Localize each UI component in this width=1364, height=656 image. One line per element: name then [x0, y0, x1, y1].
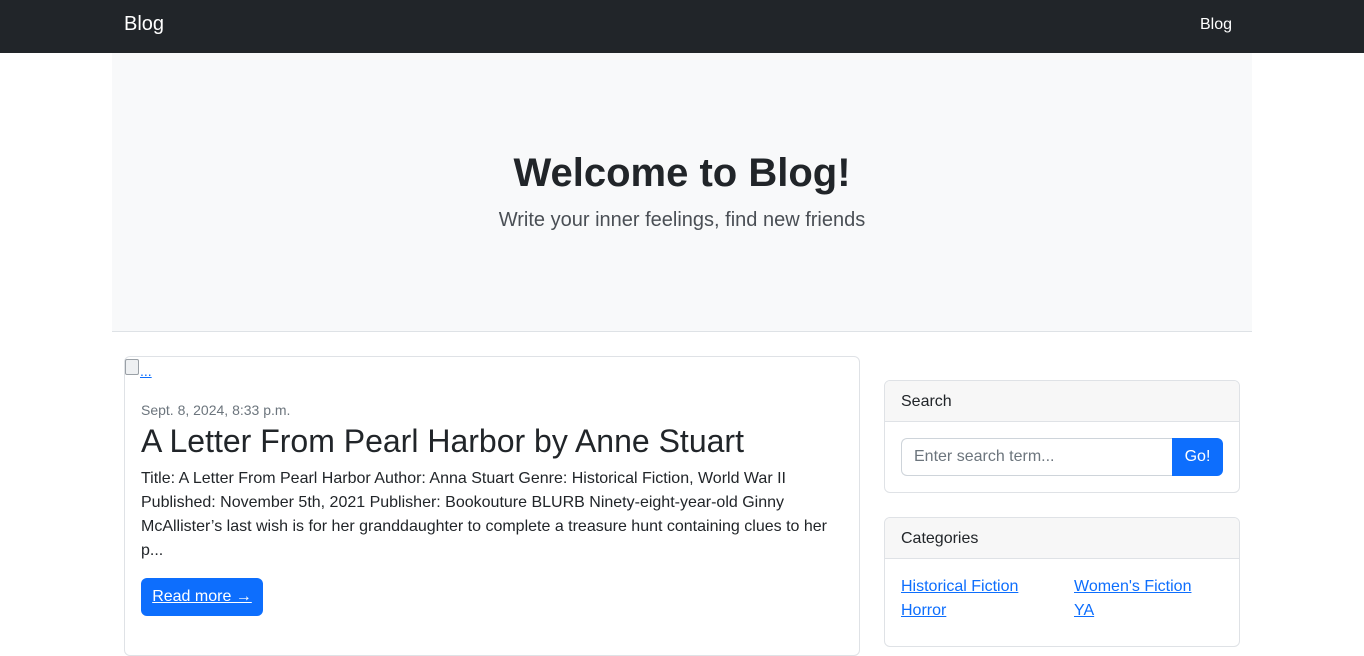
navbar-brand[interactable]: Blog: [124, 13, 164, 36]
hero-section: Welcome to Blog! Write your inner feelin…: [112, 53, 1252, 332]
nav-link-blog[interactable]: Blog: [1200, 16, 1232, 34]
categories-widget-header: Categories: [885, 518, 1239, 559]
search-widget: Search Go!: [884, 380, 1240, 493]
post-excerpt: Title: A Letter From Pearl Harbor Author…: [141, 470, 827, 559]
top-navbar: Blog Blog: [0, 0, 1364, 53]
hero-subtitle: Write your inner feelings, find new frie…: [498, 209, 866, 231]
category-link-historical-fiction[interactable]: Historical Fiction: [901, 578, 1018, 596]
hero-title: Welcome to Blog!: [513, 151, 851, 195]
search-input[interactable]: [901, 438, 1173, 476]
category-link-womens-fiction[interactable]: Women's Fiction: [1074, 578, 1191, 596]
categories-widget: Categories Historical Fiction Women's Fi…: [884, 517, 1240, 647]
post-image-link[interactable]: ...: [125, 359, 155, 383]
read-more-button[interactable]: Read more →: [141, 578, 263, 616]
search-widget-header: Search: [885, 381, 1239, 422]
category-link-ya[interactable]: YA: [1074, 602, 1094, 620]
post-date: Sept. 8, 2024, 8:33 p.m.: [141, 402, 291, 418]
post-image-alt: ...: [140, 363, 152, 379]
category-link-horror[interactable]: Horror: [901, 602, 946, 620]
post-title: A Letter From Pearl Harbor by Anne Stuar…: [141, 423, 744, 459]
post-card: ... Sept. 8, 2024, 8:33 p.m. A Letter Fr…: [124, 356, 860, 656]
broken-image-icon: [125, 359, 139, 375]
search-go-button[interactable]: Go!: [1172, 438, 1223, 476]
